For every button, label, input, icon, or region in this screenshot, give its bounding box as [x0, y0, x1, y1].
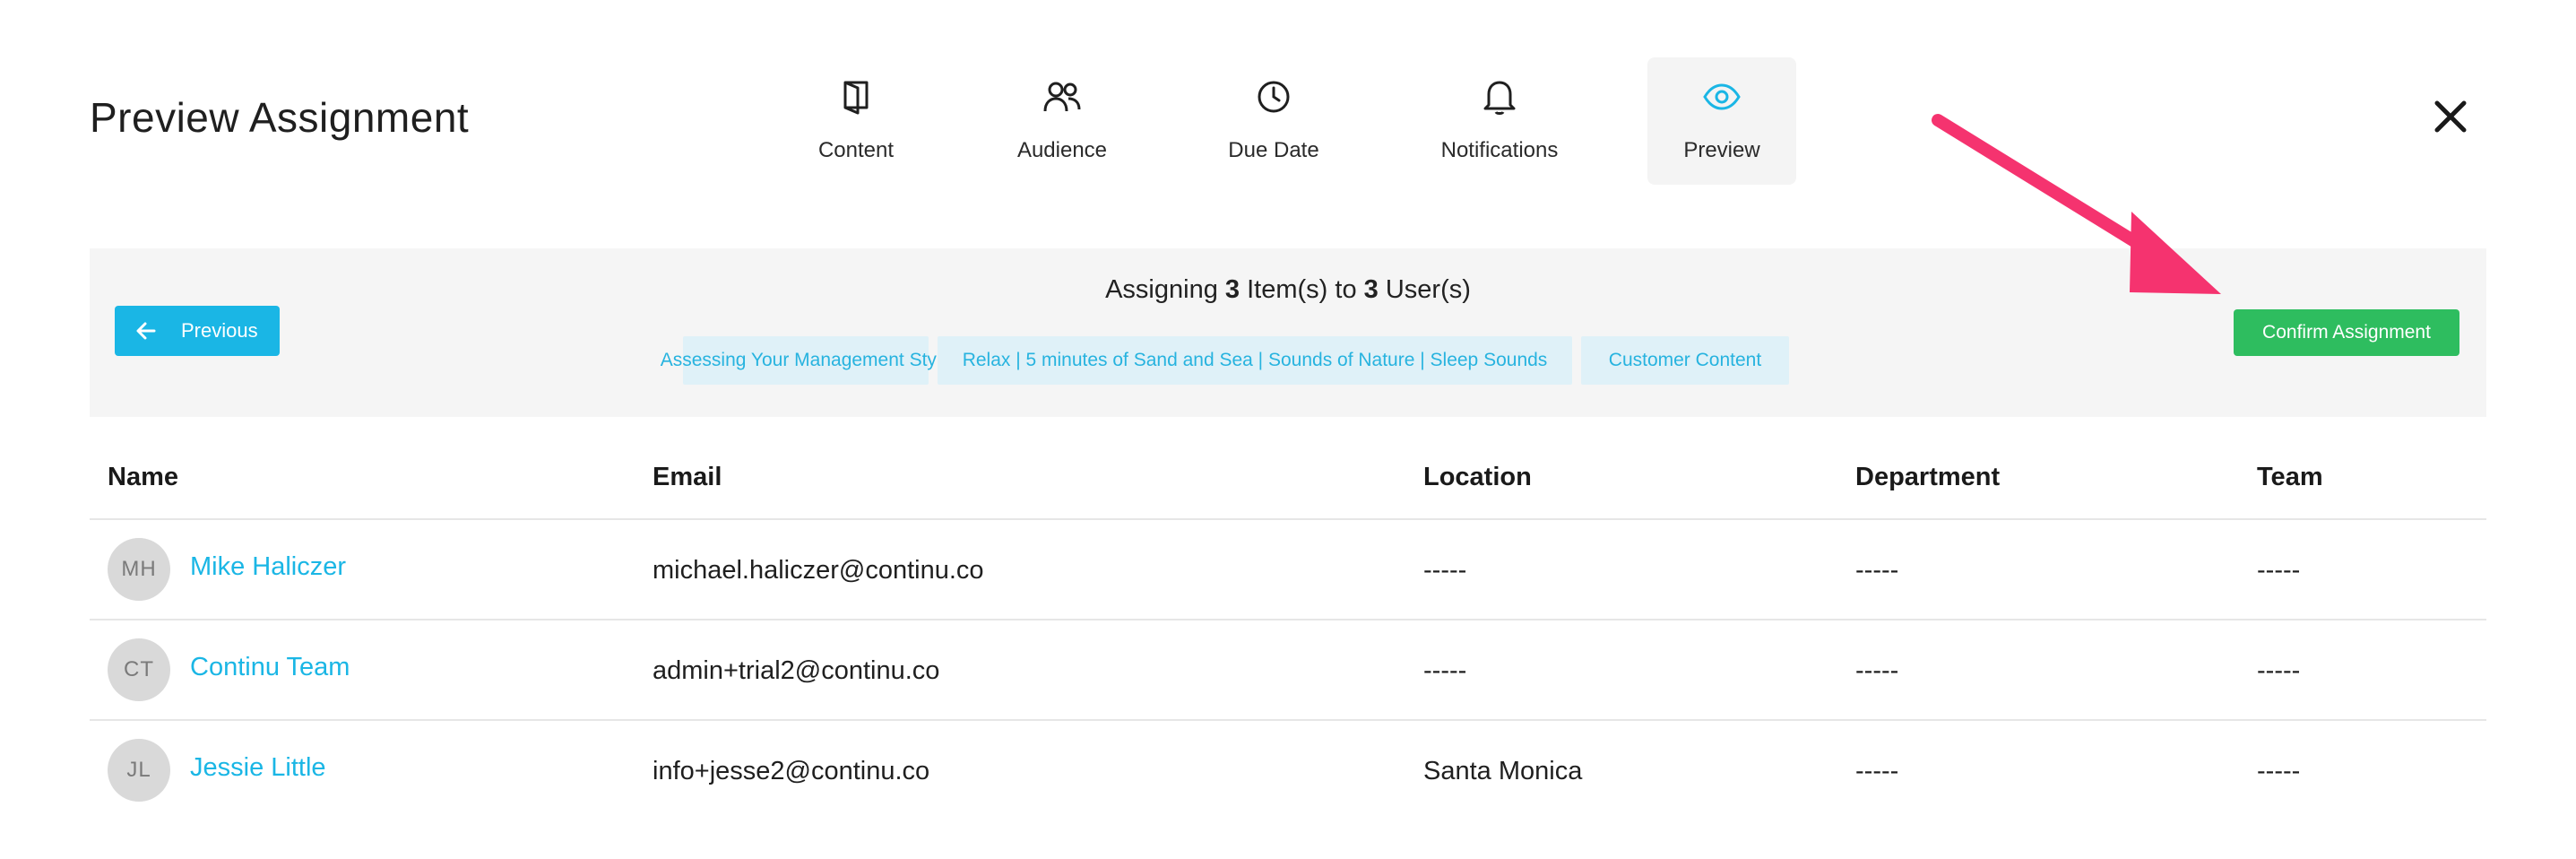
column-header-email[interactable]: Email [653, 463, 722, 492]
book-icon [836, 77, 876, 117]
preview-assignment-page: Preview Assignment Content Audience Due … [0, 0, 2576, 859]
user-department: ----- [1855, 757, 1899, 785]
close-button[interactable] [2429, 97, 2472, 140]
column-header-department[interactable]: Department [1855, 463, 2000, 492]
confirm-assignment-button[interactable]: Confirm Assignment [2234, 309, 2459, 356]
bell-icon [1480, 77, 1519, 117]
user-location: ----- [1423, 556, 1467, 585]
tab-notifications-label: Notifications [1440, 138, 1559, 162]
user-email: admin+trial2@continu.co [653, 656, 940, 685]
user-name-link[interactable]: Continu Team [190, 653, 350, 682]
summary-prefix: Assigning [1105, 275, 1218, 304]
tab-due-date-label: Due Date [1228, 138, 1319, 162]
assigned-item-chip[interactable]: Customer Content [1581, 336, 1789, 385]
close-icon [2433, 99, 2468, 139]
user-email: info+jesse2@continu.co [653, 757, 930, 785]
users-icon [1042, 77, 1082, 117]
user-team: ----- [2257, 757, 2301, 785]
user-department: ----- [1855, 556, 1899, 585]
tab-notifications[interactable]: Notifications [1425, 57, 1574, 185]
clock-icon [1254, 77, 1293, 117]
tab-preview-label: Preview [1683, 138, 1760, 162]
tab-content[interactable]: Content [782, 57, 930, 185]
users-table: Name Email Location Department Team MH M… [90, 445, 2486, 820]
assignment-steps-nav: Content Audience Due Date Notifications … [0, 57, 2576, 185]
assignment-summary-banner: Previous Assigning 3 Item(s) to 3 User(s… [90, 248, 2486, 417]
previous-button-label: Previous [181, 319, 258, 342]
tab-content-label: Content [817, 138, 895, 162]
user-location: Santa Monica [1423, 757, 1583, 785]
user-count: 3 [1363, 275, 1379, 304]
user-email: michael.haliczer@continu.co [653, 556, 984, 585]
column-header-team[interactable]: Team [2257, 463, 2323, 492]
tab-preview[interactable]: Preview [1647, 57, 1796, 185]
summary-suffix: User(s) [1385, 275, 1471, 304]
tab-audience-label: Audience [1016, 138, 1108, 162]
assigned-item-chip[interactable]: Assessing Your Management Style [661, 336, 951, 385]
avatar: CT [108, 638, 170, 701]
avatar: JL [108, 739, 170, 802]
user-department: ----- [1855, 656, 1899, 685]
previous-button[interactable]: Previous [115, 306, 280, 356]
assigned-items-list: Assessing Your Management Style Relax | … [661, 336, 1789, 385]
user-team: ----- [2257, 656, 2301, 685]
summary-mid: Item(s) to [1247, 275, 1357, 304]
user-name-link[interactable]: Jessie Little [190, 753, 326, 783]
assigned-item-chip[interactable]: Relax | 5 minutes of Sand and Sea | Soun… [938, 336, 1572, 385]
assignment-summary-text: Assigning 3 Item(s) to 3 User(s) [90, 275, 2486, 305]
user-location: ----- [1423, 656, 1467, 685]
arrow-left-icon [134, 319, 158, 343]
column-header-name[interactable]: Name [108, 463, 178, 492]
user-team: ----- [2257, 556, 2301, 585]
table-row: CT Continu Team admin+trial2@continu.co … [90, 620, 2486, 721]
tab-due-date[interactable]: Due Date [1199, 57, 1348, 185]
table-header: Name Email Location Department Team [90, 445, 2486, 520]
avatar: MH [108, 538, 170, 601]
eye-icon [1702, 77, 1742, 117]
item-count: 3 [1224, 275, 1240, 304]
column-header-location[interactable]: Location [1423, 463, 1532, 492]
table-row: JL Jessie Little info+jesse2@continu.co … [90, 721, 2486, 820]
tab-audience[interactable]: Audience [988, 57, 1137, 185]
user-name-link[interactable]: Mike Haliczer [190, 552, 346, 582]
table-row: MH Mike Haliczer michael.haliczer@contin… [90, 520, 2486, 620]
